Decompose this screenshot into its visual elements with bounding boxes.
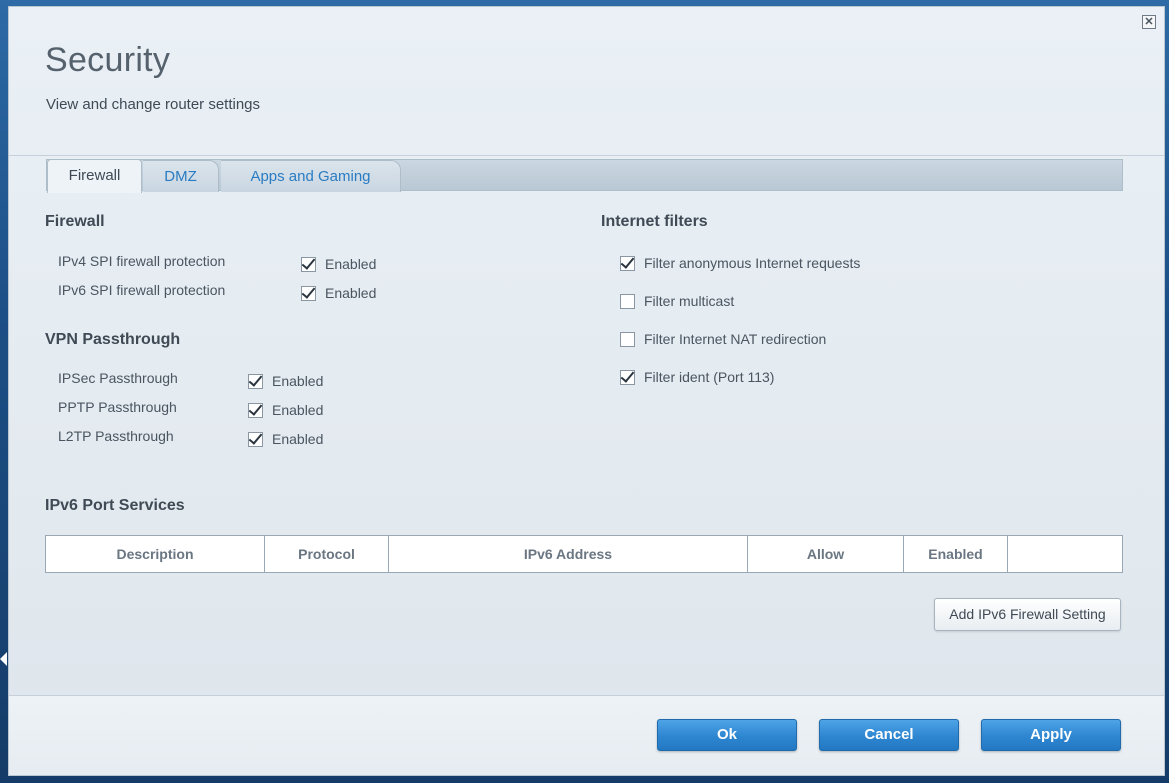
column-enabled[interactable]: Enabled (903, 535, 1008, 573)
vpn-section-title: VPN Passthrough (45, 331, 181, 348)
apply-button[interactable]: Apply (981, 719, 1121, 751)
tab-bar: Firewall DMZ Apps and Gaming (46, 159, 1123, 193)
header-divider (9, 155, 1164, 156)
ipsec-checkbox-row[interactable]: Enabled (248, 371, 323, 391)
column-allow[interactable]: Allow (747, 535, 904, 573)
filter-nat-checkbox[interactable] (620, 331, 635, 347)
ipsec-option: Enabled (272, 373, 324, 389)
ipv6-spi-option: Enabled (325, 285, 377, 301)
filter-nat-label: Filter Internet NAT redirection (644, 331, 827, 347)
tab-label: Apps and Gaming (250, 168, 371, 185)
tab-firewall[interactable]: Firewall (47, 159, 142, 193)
l2tp-checkbox[interactable] (248, 431, 263, 447)
filter-ident-row[interactable]: Filter ident (Port 113) (620, 367, 774, 387)
filter-ident-label: Filter ident (Port 113) (644, 369, 775, 385)
filter-multicast-label: Filter multicast (644, 293, 735, 309)
cancel-button[interactable]: Cancel (819, 719, 959, 751)
add-ipv6-firewall-setting-button[interactable]: Add IPv6 Firewall Setting (934, 598, 1121, 631)
column-actions (1007, 535, 1123, 573)
tab-apps-and-gaming[interactable]: Apps and Gaming (221, 160, 401, 192)
page-title: Security (45, 41, 171, 79)
close-icon[interactable]: ✕ (1142, 15, 1156, 29)
ipv6-spi-checkbox-row[interactable]: Enabled (301, 283, 376, 303)
ipv4-spi-checkbox-row[interactable]: Enabled (301, 254, 376, 274)
ipsec-checkbox[interactable] (248, 373, 263, 389)
ipsec-label: IPSec Passthrough (58, 370, 178, 386)
ipv4-spi-label: IPv4 SPI firewall protection (58, 253, 226, 269)
internet-filters-title: Internet filters (601, 213, 708, 230)
firewall-section-title: Firewall (45, 213, 105, 230)
security-dialog: ✕ Security View and change router settin… (8, 6, 1165, 776)
ipv6-spi-checkbox[interactable] (301, 285, 316, 301)
page-subtitle: View and change router settings (46, 96, 261, 113)
filter-nat-row[interactable]: Filter Internet NAT redirection (620, 329, 826, 349)
filter-ident-checkbox[interactable] (620, 369, 635, 385)
ipv6-services-title: IPv6 Port Services (45, 497, 185, 514)
tab-label: DMZ (164, 168, 197, 185)
pptp-option: Enabled (272, 402, 324, 418)
pptp-label: PPTP Passthrough (58, 399, 177, 415)
tab-label: Firewall (68, 167, 121, 184)
l2tp-option: Enabled (272, 431, 324, 447)
filter-multicast-row[interactable]: Filter multicast (620, 291, 734, 311)
left-arrow-icon[interactable] (0, 652, 7, 666)
l2tp-label: L2TP Passthrough (58, 428, 174, 444)
table-header-row: Description Protocol IPv6 Address Allow … (45, 535, 1123, 573)
ipv4-spi-checkbox[interactable] (301, 256, 316, 272)
ok-button[interactable]: Ok (657, 719, 797, 751)
ipv4-spi-option: Enabled (325, 256, 377, 272)
filter-anonymous-label: Filter anonymous Internet requests (644, 255, 861, 271)
column-description[interactable]: Description (45, 535, 265, 573)
ipv6-port-services-table: Description Protocol IPv6 Address Allow … (45, 535, 1123, 573)
filter-anonymous-row[interactable]: Filter anonymous Internet requests (620, 253, 860, 273)
ipv6-spi-label: IPv6 SPI firewall protection (58, 282, 226, 298)
pptp-checkbox-row[interactable]: Enabled (248, 400, 323, 420)
pptp-checkbox[interactable] (248, 402, 263, 418)
column-ipv6-address[interactable]: IPv6 Address (388, 535, 748, 573)
filter-anonymous-checkbox[interactable] (620, 255, 635, 271)
column-protocol[interactable]: Protocol (264, 535, 389, 573)
tab-dmz[interactable]: DMZ (143, 160, 219, 192)
filter-multicast-checkbox[interactable] (620, 293, 635, 309)
l2tp-checkbox-row[interactable]: Enabled (248, 429, 323, 449)
